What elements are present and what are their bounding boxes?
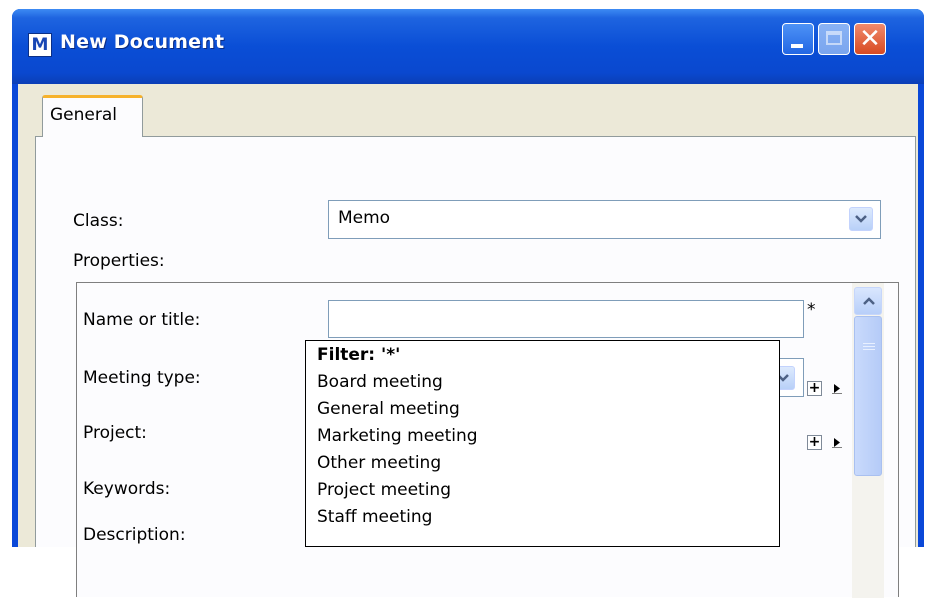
scroll-up-button[interactable] (854, 287, 882, 315)
chevron-up-icon (863, 297, 875, 305)
scroll-grip-icon (863, 343, 875, 344)
arrow-right-icon (832, 384, 842, 394)
class-select-value: Memo (338, 208, 391, 228)
minimize-button[interactable] (782, 23, 814, 55)
properties-label: Properties: (73, 251, 165, 271)
dropdown-option[interactable]: Staff meeting (317, 507, 432, 527)
properties-scrollbar[interactable] (852, 283, 884, 598)
meeting-type-label: Meeting type: (83, 368, 201, 388)
project-arrow-button[interactable] (829, 435, 844, 450)
add-project-button[interactable]: + (807, 435, 822, 450)
description-label: Description: (83, 525, 186, 545)
dropdown-option[interactable]: Project meeting (317, 480, 451, 500)
dropdown-option[interactable]: Other meeting (317, 453, 441, 473)
chevron-down-icon (855, 215, 867, 223)
title-bar[interactable]: M New Document ✕ (12, 9, 924, 84)
dropdown-option[interactable]: Marketing meeting (317, 426, 478, 446)
dropdown-option[interactable]: Board meeting (317, 372, 443, 392)
name-or-title-input[interactable] (328, 300, 804, 338)
arrow-right-icon (832, 438, 842, 448)
meeting-type-arrow-button[interactable] (829, 381, 844, 396)
maximize-icon (826, 31, 842, 45)
class-dropdown-button[interactable] (849, 207, 873, 231)
add-meeting-type-button[interactable]: + (807, 381, 822, 396)
close-button[interactable]: ✕ (854, 23, 886, 55)
scroll-thumb[interactable] (854, 316, 882, 476)
dropdown-option[interactable]: General meeting (317, 399, 460, 419)
keywords-label: Keywords: (83, 479, 171, 499)
name-or-title-label: Name or title: (83, 310, 201, 330)
dropdown-filter: Filter: '*' (317, 345, 401, 365)
project-label: Project: (83, 423, 147, 443)
tab-general[interactable]: General (42, 95, 143, 137)
required-asterisk: * (807, 300, 816, 320)
tab-general-label: General (50, 105, 117, 125)
meeting-type-dropdown-list: Filter: '*' Board meeting General meetin… (305, 340, 780, 547)
window-title: New Document (60, 31, 225, 53)
class-label: Class: (73, 211, 124, 231)
maximize-button[interactable] (818, 23, 850, 55)
minimize-icon (791, 44, 803, 48)
app-m-icon: M (28, 33, 52, 57)
class-select[interactable]: Memo (328, 200, 881, 239)
close-icon: ✕ (859, 24, 881, 54)
